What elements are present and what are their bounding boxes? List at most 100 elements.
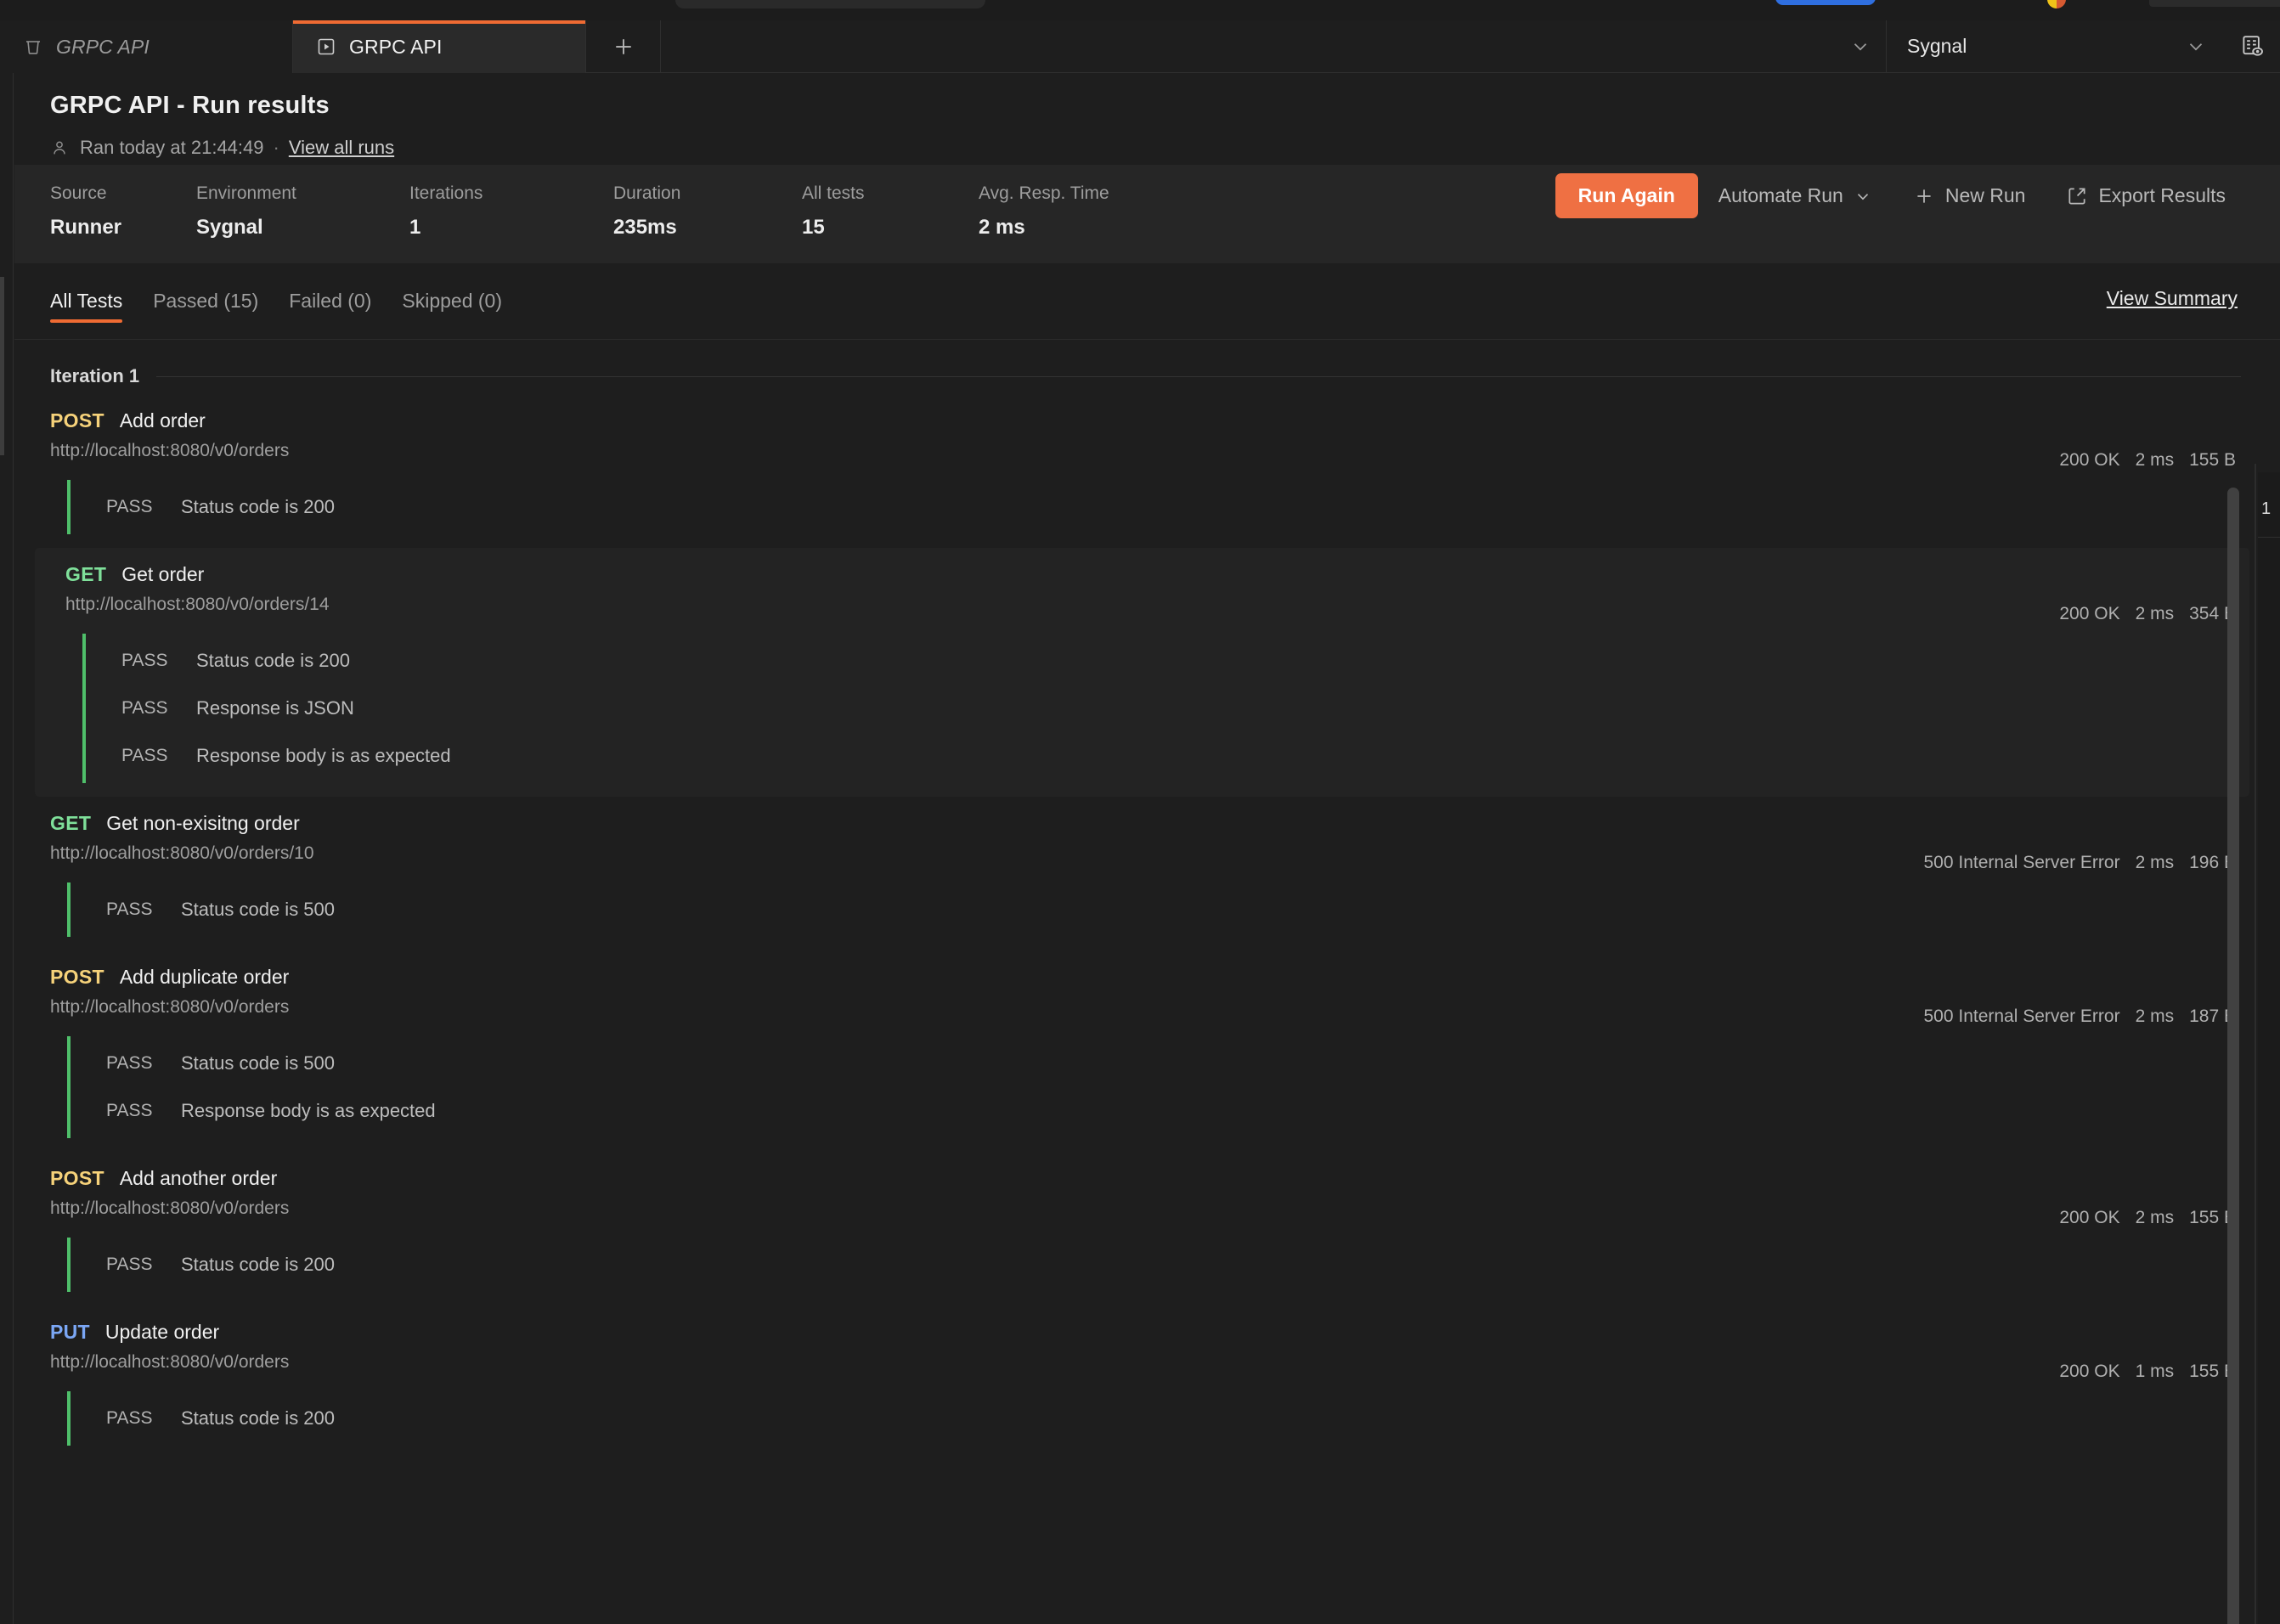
- plus-icon: [1913, 185, 1935, 207]
- response-time: 1 ms: [2135, 1362, 2175, 1381]
- assertion-row: PASS Status code is 200: [86, 637, 2249, 685]
- tab-grpc-api-collection[interactable]: GRPC API: [0, 20, 293, 73]
- new-tab-button[interactable]: [586, 20, 661, 72]
- assertion-row: PASS Status code is 500: [71, 886, 2280, 933]
- iteration-divider: [156, 375, 2241, 377]
- browser-secondary-button[interactable]: [2149, 0, 2280, 7]
- user-icon: [50, 138, 71, 158]
- results-scrollbar-track[interactable]: [2227, 481, 2239, 1624]
- assertion-row: PASS Response is JSON: [86, 685, 2249, 732]
- stat-duration: Duration 235ms: [613, 183, 802, 240]
- export-results-button[interactable]: Export Results: [2046, 184, 2246, 207]
- response-status: 200 OK: [2059, 450, 2120, 470]
- request-name: Add order: [119, 409, 206, 431]
- test-header: POST Add order: [14, 409, 2280, 432]
- request-method: POST: [50, 966, 104, 988]
- environment-selector[interactable]: Sygnal: [1886, 20, 2226, 72]
- assertion-group: PASS Status code is 200: [67, 1391, 2280, 1446]
- assertion-text: Status code is 200: [181, 1407, 336, 1429]
- automate-run-button[interactable]: Automate Run: [1698, 184, 1893, 207]
- right-panel-separator: [2258, 537, 2280, 538]
- stat-label: Avg. Resp. Time: [979, 183, 1109, 203]
- stat-all-tests: All tests 15: [802, 183, 979, 240]
- stat-value: 1: [409, 216, 421, 239]
- response-time: 2 ms: [2135, 450, 2175, 470]
- request-url: http://localhost:8080/v0/orders/14: [65, 595, 330, 614]
- assertion-text: Response body is as expected: [181, 1100, 436, 1121]
- request-url: http://localhost:8080/v0/orders: [50, 1352, 290, 1372]
- assertion-group: PASS Status code is 500 PASS Response body …: [67, 1036, 2280, 1138]
- test-item[interactable]: GET Get order http://localhost:8080/v0/ord…: [35, 548, 2249, 797]
- environment-quick-look-icon[interactable]: [2226, 20, 2280, 72]
- export-icon: [2066, 185, 2088, 207]
- tab-passed[interactable]: Passed (15): [138, 263, 274, 340]
- run-again-button[interactable]: Run Again: [1555, 173, 1698, 218]
- run-results-content: GRPC API - Run results Ran today at 21:4…: [14, 73, 2280, 1624]
- assertion-row: PASS Status code is 500: [71, 1040, 2280, 1087]
- results-scrollbar-thumb[interactable]: [2227, 488, 2239, 1624]
- tab-all-tests[interactable]: All Tests: [50, 263, 138, 340]
- stat-label: All tests: [802, 183, 865, 203]
- assertion-text: Status code is 200: [181, 496, 336, 517]
- new-run-button[interactable]: New Run: [1893, 184, 2046, 207]
- response-status: 500 Internal Server Error: [1923, 1007, 2120, 1026]
- test-item[interactable]: POST Add order http://localhost:8080/v0/or…: [14, 394, 2280, 548]
- test-header: POST Add duplicate order: [14, 966, 2280, 989]
- assertion-text: Status code is 500: [181, 899, 336, 920]
- response-time: 2 ms: [2135, 604, 2175, 623]
- response-time: 2 ms: [2135, 853, 2175, 872]
- view-summary-link[interactable]: View Summary: [2107, 287, 2238, 310]
- tab-skipped[interactable]: Skipped (0): [387, 263, 517, 340]
- response-status: 200 OK: [2059, 1208, 2120, 1227]
- stat-source: Source Runner: [50, 183, 196, 240]
- test-item[interactable]: POST Add duplicate order http://localhost:…: [14, 950, 2280, 1152]
- left-rail-scroll-thumb[interactable]: [0, 277, 4, 455]
- stat-iterations: Iterations 1: [409, 183, 613, 240]
- stat-label: Environment: [196, 183, 296, 203]
- test-item[interactable]: GET Get non-exisitng order http://localhos…: [14, 797, 2280, 950]
- header-actions: Run Again Automate Run New Run Export Re…: [1555, 173, 2246, 218]
- stat-label: Duration: [613, 183, 681, 203]
- tab-grpc-api-run[interactable]: GRPC API: [293, 20, 586, 73]
- assertion-group: PASS Status code is 500: [67, 882, 2280, 937]
- test-header: POST Add another order: [14, 1167, 2280, 1190]
- response-time: 2 ms: [2135, 1208, 2175, 1227]
- assertion-text: Response is JSON: [196, 697, 354, 719]
- tab-failed[interactable]: Failed (0): [274, 263, 387, 340]
- assertion-text: Status code is 200: [181, 1254, 336, 1275]
- run-subtitle: Ran today at 21:44:49 · View all runs: [50, 137, 2280, 159]
- stat-value: Runner: [50, 216, 121, 239]
- request-name: Add another order: [119, 1167, 278, 1189]
- environment-selected-label: Sygnal: [1907, 35, 1967, 57]
- postman-runner-results-window: GRPC API GRPC API Sygnal GRPC API - Run …: [0, 0, 2280, 1624]
- browser-omnibox[interactable]: [675, 0, 985, 8]
- request-name: Get order: [121, 563, 205, 585]
- test-item[interactable]: POST Add another order http://localhost:80…: [14, 1152, 2280, 1305]
- assertion-status: PASS: [106, 1101, 153, 1120]
- runner-play-icon: [315, 36, 337, 58]
- assertion-status: PASS: [106, 899, 153, 919]
- response-meta: 500 Internal Server Error 2 ms 196 B: [1923, 853, 2236, 873]
- test-results-list: POST Add order http://localhost:8080/v0/or…: [14, 394, 2280, 1459]
- stat-value: 2 ms: [979, 216, 1025, 239]
- request-name: Get non-exisitng order: [106, 812, 300, 834]
- stat-label: Iterations: [409, 183, 483, 203]
- tests-filter-tabs: All Tests Passed (15) Failed (0) Skipped…: [14, 263, 2280, 340]
- assertion-group: PASS Status code is 200: [67, 480, 2280, 534]
- request-method: GET: [50, 812, 92, 834]
- right-side-panel: 1: [2258, 472, 2280, 1624]
- browser-profile-avatar[interactable]: [2047, 0, 2066, 8]
- assertion-status: PASS: [106, 497, 153, 516]
- view-all-runs-link[interactable]: View all runs: [289, 137, 394, 159]
- test-item[interactable]: PUT Update order http://localhost:8080/v0/…: [14, 1305, 2280, 1459]
- left-rail: [0, 73, 14, 1624]
- tab-list-chevron-down-icon[interactable]: [1835, 20, 1886, 72]
- tab-bar-spacer: [661, 20, 1835, 72]
- test-header: PUT Update order: [14, 1321, 2280, 1344]
- tab-label: GRPC API: [349, 35, 443, 58]
- request-name: Update order: [104, 1321, 220, 1343]
- assertion-row: PASS Response body is as expected: [71, 1087, 2280, 1135]
- request-url: http://localhost:8080/v0/orders: [50, 441, 290, 460]
- stat-avg-resp-time: Avg. Resp. Time 2 ms: [979, 183, 1199, 240]
- browser-primary-button[interactable]: [1775, 0, 1876, 5]
